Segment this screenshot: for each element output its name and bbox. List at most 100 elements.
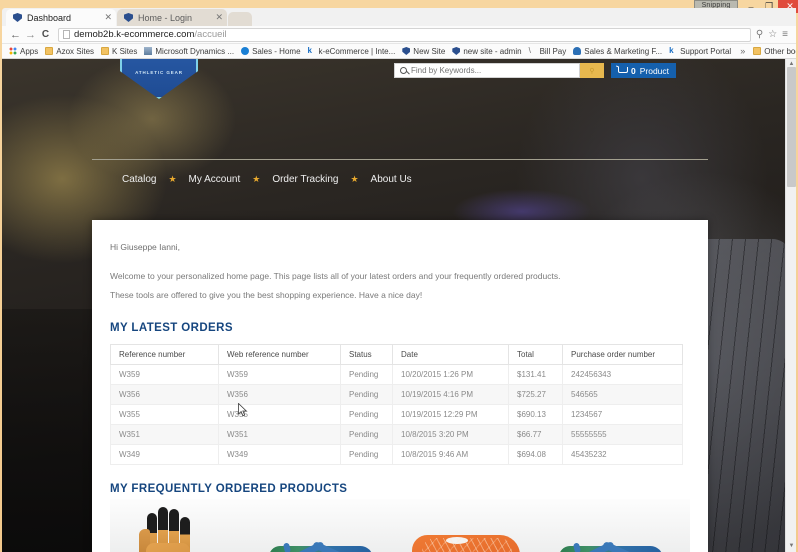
forward-icon[interactable]: → xyxy=(23,29,38,41)
bookmark-k-sites[interactable]: K Sites xyxy=(98,45,140,58)
new-tab-button[interactable] xyxy=(228,12,252,26)
product-sandal-orange[interactable] xyxy=(400,499,545,552)
page-scrollbar[interactable]: ▲ ▼ xyxy=(785,59,796,552)
orange-sandal-image xyxy=(412,534,520,552)
star-icon[interactable]: ☆ xyxy=(768,29,777,40)
table-row[interactable]: W359 W359 Pending 10/20/2015 1:26 PM $13… xyxy=(110,363,683,385)
bookmark-sales-home[interactable]: Sales - Home xyxy=(238,45,303,58)
back-icon[interactable]: ← xyxy=(8,29,23,41)
bookmark-new-site[interactable]: New Site xyxy=(399,45,448,58)
bookmarks-bar: Apps Azox Sites K Sites Microsoft Dynami… xyxy=(2,44,796,59)
site-search-area: ⚲ 0 Product xyxy=(394,63,676,78)
cell-purchase-order-number: 1234567 xyxy=(562,403,683,425)
cell-web-reference-number: W355 xyxy=(218,403,341,425)
bookmark-azox-sites[interactable]: Azox Sites xyxy=(42,45,97,58)
bookmarks-overflow-icon[interactable]: » xyxy=(736,46,749,56)
table-row[interactable]: W349 W349 Pending 10/8/2015 9:46 AM $694… xyxy=(110,443,683,465)
nav-item-order-tracking[interactable]: Order Tracking xyxy=(260,174,350,185)
folder-icon xyxy=(45,47,54,55)
frequently-ordered-products: Franklin Havaianas xyxy=(110,498,690,552)
bookmark-label: Microsoft Dynamics ... xyxy=(155,46,235,56)
close-icon[interactable]: ✕ xyxy=(104,12,112,23)
bookmark-other-bookmarks[interactable]: Other bookmarks xyxy=(750,45,796,58)
scroll-down-icon[interactable]: ▼ xyxy=(786,541,796,552)
bookmark-label: Azox Sites xyxy=(56,46,95,56)
close-icon[interactable]: ✕ xyxy=(215,12,223,23)
bookmark-microsoft-dynamics[interactable]: Microsoft Dynamics ... xyxy=(141,45,237,58)
shield-icon xyxy=(452,47,460,55)
flip-flop-toe-post xyxy=(572,542,582,552)
cell-total: $694.08 xyxy=(508,443,563,465)
cell-date: 10/19/2015 12:29 PM xyxy=(392,403,509,425)
browser-window: Dashboard ✕ Home - Login ✕ ← → C demob2b… xyxy=(2,8,796,552)
cell-status: Pending xyxy=(340,423,393,445)
cart-count: 0 xyxy=(630,65,636,76)
cell-web-reference-number: W356 xyxy=(218,383,341,405)
tab-dashboard[interactable]: Dashboard ✕ xyxy=(6,9,116,26)
product-flip-flop-1[interactable]: Havaianas xyxy=(255,499,400,552)
search-icon xyxy=(400,67,407,74)
flip-flop-image: Havaianas xyxy=(269,529,373,552)
cart-button[interactable]: 0 Product xyxy=(611,63,676,78)
cell-reference-number: W351 xyxy=(110,423,219,445)
cell-total: $725.27 xyxy=(508,383,563,405)
sales-globe-icon xyxy=(241,47,250,55)
cloud-icon xyxy=(573,47,582,55)
scrollbar-thumb[interactable] xyxy=(787,67,796,187)
logo-text: ATHLETIC GEAR xyxy=(135,70,183,75)
table-row[interactable]: W355 W355 Pending 10/19/2015 12:29 PM $6… xyxy=(110,403,683,425)
flip-flop-image: Havaianas xyxy=(559,529,663,552)
search-box[interactable] xyxy=(394,63,580,78)
bookmark-k-ecommerce[interactable]: k k-eCommerce | Inte... xyxy=(305,45,399,58)
nav-item-catalog[interactable]: Catalog xyxy=(110,174,168,185)
search-submit-icon: ⚲ xyxy=(589,67,595,75)
search-submit-button[interactable]: ⚲ xyxy=(580,63,604,78)
bookmark-label: Sales & Marketing F... xyxy=(584,46,663,56)
menu-icon[interactable]: ≡ xyxy=(782,29,788,40)
bookmark-apps[interactable]: Apps xyxy=(6,45,41,58)
sandal-opening xyxy=(446,536,468,544)
bookmark-bill-pay[interactable]: \ Bill Pay xyxy=(526,45,570,58)
bookmark-label: Sales - Home xyxy=(252,46,301,56)
nav-item-my-account[interactable]: My Account xyxy=(177,174,253,185)
flip-flop-toe-post xyxy=(282,542,292,552)
column-header-purchase-order-number: Purchase order number xyxy=(562,343,683,365)
cell-status: Pending xyxy=(340,383,393,405)
greeting-text: Hi Giuseppe Ianni, xyxy=(110,242,180,252)
cell-date: 10/8/2015 9:46 AM xyxy=(392,443,509,465)
shield-icon xyxy=(124,13,133,22)
site-logo[interactable]: ATHLETIC GEAR xyxy=(120,59,198,99)
star-icon: ★ xyxy=(252,174,261,184)
page-info-icon[interactable] xyxy=(63,30,70,39)
product-batting-glove[interactable]: Franklin xyxy=(110,499,255,552)
address-bar[interactable]: demob2b.k-ecommerce.com/accueil xyxy=(58,27,751,42)
cell-status: Pending xyxy=(340,403,393,425)
cell-reference-number: W355 xyxy=(110,403,219,425)
shield-icon xyxy=(13,13,22,22)
cell-total: $690.13 xyxy=(508,403,563,425)
product-flip-flop-2[interactable]: Havaianas xyxy=(545,499,690,552)
bookmark-new-site-admin[interactable]: new site - admin xyxy=(449,45,524,58)
table-row[interactable]: W356 W356 Pending 10/19/2015 4:16 PM $72… xyxy=(110,383,683,405)
cell-reference-number: W356 xyxy=(110,383,219,405)
apps-grid-icon xyxy=(9,47,17,55)
tab-home-login[interactable]: Home - Login ✕ xyxy=(117,9,227,26)
cell-purchase-order-number: 45435232 xyxy=(562,443,683,465)
pen-icon: \ xyxy=(528,46,531,55)
cell-date: 10/20/2015 1:26 PM xyxy=(392,363,509,385)
zoom-icon[interactable]: ⚲ xyxy=(756,29,763,40)
reload-icon[interactable]: C xyxy=(38,29,53,40)
tab-strip: Dashboard ✕ Home - Login ✕ xyxy=(2,8,796,26)
cell-total: $131.41 xyxy=(508,363,563,385)
table-row[interactable]: W351 W351 Pending 10/8/2015 3:20 PM $66.… xyxy=(110,423,683,445)
column-header-reference-number: Reference number xyxy=(110,343,219,365)
bookmark-sales-marketing[interactable]: Sales & Marketing F... xyxy=(570,45,665,58)
search-input[interactable] xyxy=(411,66,574,75)
nav-item-about-us[interactable]: About Us xyxy=(359,174,424,185)
bookmark-support-portal[interactable]: k Support Portal xyxy=(666,45,734,58)
site-header: ATHLETIC GEAR ⚲ 0 Product xyxy=(2,59,796,104)
table-header-row: Reference number Web reference number St… xyxy=(110,343,683,365)
bookmark-label: Bill Pay xyxy=(539,46,567,56)
latest-orders-table: Reference number Web reference number St… xyxy=(110,343,683,465)
bookmark-label: k-eCommerce | Inte... xyxy=(318,46,396,56)
